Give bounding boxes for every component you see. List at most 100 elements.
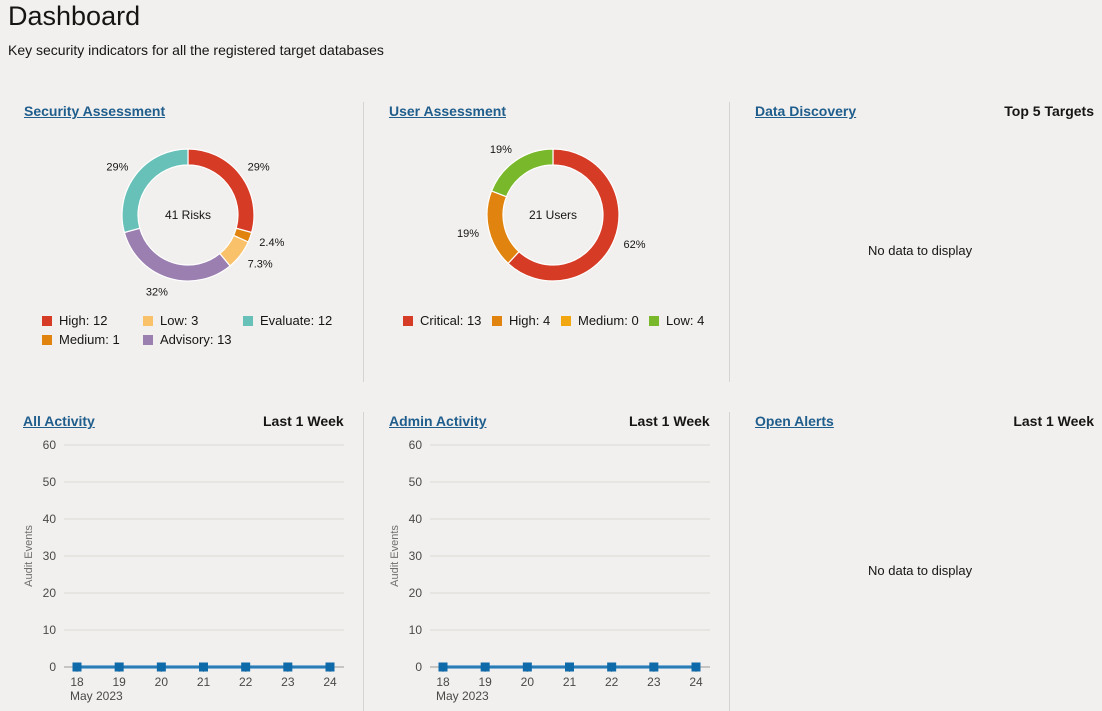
- slice-percent-label: 2.4%: [259, 237, 284, 249]
- data-point[interactable]: [691, 662, 701, 672]
- legend-swatch: [143, 334, 153, 345]
- legend-item-low[interactable]: Low: 4: [649, 311, 704, 330]
- donut-center-label: 21 Users: [529, 208, 577, 222]
- time-range-label: Last 1 Week: [263, 413, 344, 429]
- data-point[interactable]: [607, 662, 617, 672]
- no-data-message: No data to display: [868, 563, 973, 578]
- x-tick-label: 22: [605, 675, 619, 689]
- user-assessment-link[interactable]: User Assessment: [389, 103, 506, 119]
- data-point[interactable]: [522, 662, 532, 672]
- slice-percent-label: 7.3%: [248, 258, 273, 270]
- data-point[interactable]: [114, 662, 124, 672]
- data-discovery-link[interactable]: Data Discovery: [755, 103, 856, 119]
- divider: [363, 412, 364, 711]
- y-tick-label: 0: [415, 660, 422, 674]
- x-tick-label: 21: [563, 675, 577, 689]
- legend-swatch: [42, 315, 52, 326]
- y-tick-label: 50: [409, 475, 423, 489]
- slice-percent-label: 32%: [146, 286, 168, 298]
- data-point[interactable]: [72, 662, 82, 672]
- donut-slice-low[interactable]: [490, 148, 554, 198]
- x-tick-label: 23: [647, 675, 661, 689]
- all-activity-link[interactable]: All Activity: [23, 413, 95, 429]
- security-assessment-link[interactable]: Security Assessment: [24, 103, 165, 119]
- data-point[interactable]: [199, 662, 208, 672]
- divider: [729, 412, 730, 711]
- data-point[interactable]: [283, 662, 293, 672]
- legend-item-low[interactable]: Low: 3: [143, 311, 198, 330]
- security-assessment-legend: High: 12 Low: 3 Evaluate: 12 Medium: 1 A…: [42, 311, 352, 351]
- legend-item-advisory[interactable]: Advisory: 13: [143, 330, 232, 349]
- y-tick-label: 10: [43, 623, 57, 637]
- x-tick-label: 24: [689, 675, 703, 689]
- y-tick-label: 60: [43, 438, 57, 452]
- top-5-targets-label: Top 5 Targets: [1004, 103, 1094, 119]
- x-tick-label: 21: [197, 675, 211, 689]
- legend-swatch: [561, 315, 571, 326]
- legend-swatch: [492, 315, 502, 326]
- y-tick-label: 0: [49, 660, 56, 674]
- y-tick-label: 40: [409, 512, 423, 526]
- data-point[interactable]: [325, 662, 335, 672]
- legend-label: Advisory: 13: [160, 332, 232, 347]
- x-tick-label: 22: [239, 675, 253, 689]
- x-tick-label: 24: [323, 675, 337, 689]
- admin-activity-line-chart: 0 10 20 30 40 50 60 Audit Events 18 19 20 21 22 23 24 M…: [389, 438, 710, 703]
- data-point[interactable]: [156, 662, 166, 672]
- legend-item-critical[interactable]: Critical: 13: [403, 311, 481, 330]
- open-alerts-link[interactable]: Open Alerts: [755, 413, 834, 429]
- x-tick-label: 18: [70, 675, 84, 689]
- y-tick-label: 10: [409, 623, 423, 637]
- y-axis-label: Audit Events: [389, 525, 401, 587]
- legend-item-medium[interactable]: Medium: 0: [561, 311, 639, 330]
- legend-swatch: [243, 315, 253, 326]
- legend-swatch: [143, 315, 153, 326]
- y-tick-label: 20: [43, 586, 57, 600]
- legend-item-medium[interactable]: Medium: 1: [42, 330, 120, 349]
- legend-label: Medium: 1: [59, 332, 120, 347]
- x-tick-label: 23: [281, 675, 295, 689]
- x-tick-label: 18: [436, 675, 450, 689]
- donut-slice-advisory[interactable]: [123, 227, 231, 282]
- x-axis-sublabel: May 2023: [436, 689, 489, 703]
- no-data-message: No data to display: [868, 243, 973, 258]
- y-tick-label: 60: [409, 438, 423, 452]
- legend-item-high[interactable]: High: 4: [492, 311, 550, 330]
- legend-swatch: [649, 315, 659, 326]
- legend-label: Medium: 0: [578, 313, 639, 328]
- legend-item-evaluate[interactable]: Evaluate: 12: [243, 311, 332, 330]
- slice-percent-label: 29%: [106, 162, 128, 174]
- donut-slice-high[interactable]: [486, 190, 520, 265]
- data-point[interactable]: [241, 662, 251, 672]
- legend-label: Evaluate: 12: [260, 313, 333, 328]
- page-title: Dashboard: [8, 1, 141, 31]
- time-range-label: Last 1 Week: [1013, 413, 1094, 429]
- x-tick-label: 19: [478, 675, 492, 689]
- slice-percent-label: 19%: [490, 144, 512, 156]
- x-tick-label: 20: [155, 675, 169, 689]
- x-axis-sublabel: May 2023: [70, 689, 123, 703]
- security-assessment-donut-chart: 29% 2.4% 7.3% 32% 29% 41 Risks: [106, 148, 285, 298]
- legend-swatch: [403, 315, 413, 326]
- legend-label: Low: 3: [160, 313, 199, 328]
- all-activity-line-chart: 0 10 20 30 40 50 60 Audit Events 18 19 20 21 22 23 24 M…: [23, 438, 344, 703]
- page-subtitle: Key security indicators for all the regi…: [8, 42, 384, 58]
- slice-percent-label: 29%: [248, 162, 270, 174]
- divider: [363, 102, 364, 382]
- data-point[interactable]: [438, 662, 448, 672]
- legend-item-high[interactable]: High: 12: [42, 311, 107, 330]
- data-point[interactable]: [565, 662, 574, 672]
- data-point[interactable]: [480, 662, 490, 672]
- data-point[interactable]: [649, 662, 659, 672]
- legend-label: Low: 4: [666, 313, 705, 328]
- legend-label: High: 4: [509, 313, 551, 328]
- y-tick-label: 40: [43, 512, 57, 526]
- divider: [729, 102, 730, 382]
- y-tick-label: 30: [409, 549, 423, 563]
- user-assessment-legend: Critical: 13 High: 4 Medium: 0 Low: 4: [403, 311, 723, 331]
- admin-activity-link[interactable]: Admin Activity: [389, 413, 487, 429]
- slice-percent-label: 62%: [623, 239, 645, 251]
- legend-label: High: 12: [59, 313, 108, 328]
- slice-percent-label: 19%: [457, 228, 479, 240]
- x-tick-label: 20: [521, 675, 535, 689]
